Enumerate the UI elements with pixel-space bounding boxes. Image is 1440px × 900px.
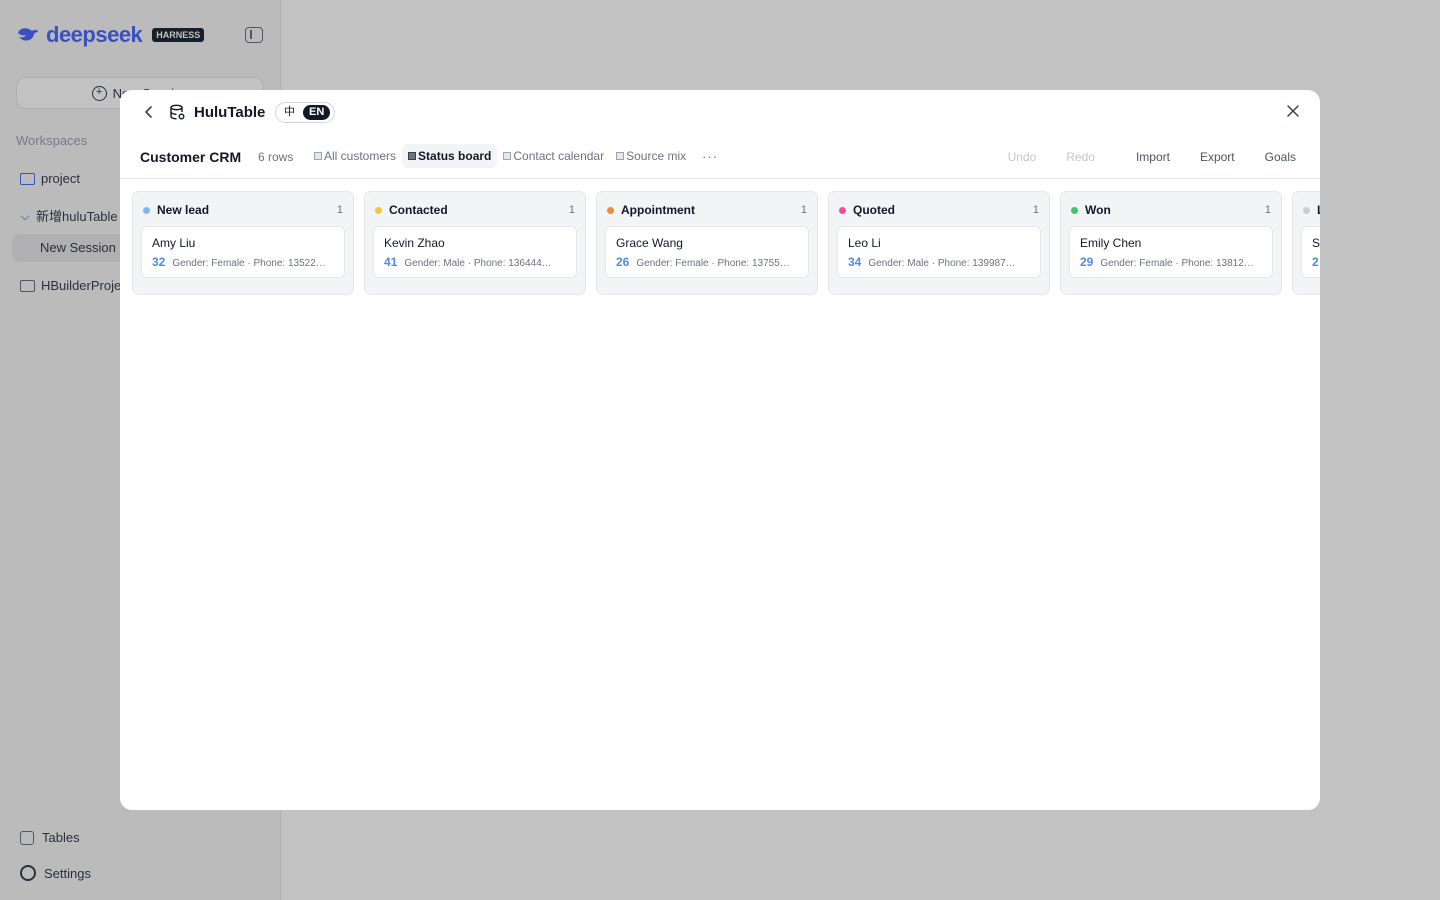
customer-name: Kevin Zhao (384, 236, 445, 250)
language-toggle[interactable]: 中 EN (275, 102, 335, 123)
column-title: Appointment (621, 203, 695, 217)
tab-label: Source mix (626, 149, 687, 163)
customer-age: 34 (848, 255, 862, 269)
customer-card[interactable]: Grace Wang 26 Gender: Female · Phone: 13… (605, 226, 809, 278)
card-meta: 29 Gender: Female · Phone: 13812… (1080, 255, 1264, 269)
customer-card[interactable]: Kevin Zhao 41 Gender: Male · Phone: 1364… (373, 226, 577, 278)
status-dot (607, 206, 614, 214)
board-column-appointment: Appointment 1 Grace Wang 26 Gender: Fema… (596, 191, 818, 295)
customer-card[interactable]: Emily Chen 29 Gender: Female · Phone: 13… (1069, 226, 1273, 278)
customer-details: Gender: Female · Phone: 13522… (172, 258, 326, 269)
kanban-view-icon (408, 152, 417, 160)
tab-all-customers[interactable]: All customers (308, 144, 402, 168)
customer-card[interactable]: S 2 (1301, 226, 1320, 278)
status-dot (375, 206, 382, 214)
board-column-contacted: Contacted 1 Kevin Zhao 41 Gender: Male ·… (364, 191, 586, 295)
customer-details: Gender: Male · Phone: 136444… (404, 258, 552, 269)
undo-button[interactable]: Undo (1008, 150, 1037, 164)
column-count: 1 (800, 204, 807, 216)
column-title: Quoted (853, 203, 895, 217)
status-dot (143, 206, 150, 214)
column-header: Appointment 1 (607, 203, 807, 217)
tab-label: All customers (324, 149, 397, 163)
status-dot (1303, 206, 1310, 214)
card-meta: 26 Gender: Female · Phone: 13755… (616, 255, 800, 269)
import-button[interactable]: Import (1136, 150, 1170, 164)
column-header: L (1303, 203, 1320, 217)
board-column-new-lead: New lead 1 Amy Liu 32 Gender: Female · P… (132, 191, 354, 295)
customer-name: Leo Li (848, 236, 881, 250)
customer-card[interactable]: Leo Li 34 Gender: Male · Phone: 139987… (837, 226, 1041, 278)
column-count: 1 (568, 204, 575, 216)
customer-details: Gender: Female · Phone: 13812… (1100, 258, 1254, 269)
column-count: 1 (1264, 204, 1271, 216)
more-views-button[interactable]: ··· (692, 144, 728, 168)
column-title: New lead (157, 203, 210, 217)
lang-option-zh[interactable]: 中 (278, 105, 301, 120)
tab-source-mix[interactable]: Source mix (610, 144, 692, 168)
goals-button[interactable]: Goals (1265, 150, 1296, 164)
card-meta: 41 Gender: Male · Phone: 136444… (384, 255, 568, 269)
customer-age: 41 (384, 255, 398, 269)
tab-status-board[interactable]: Status board (402, 144, 498, 168)
row-count: 6 rows (258, 150, 294, 164)
toolbar-actions: Undo Redo Import Export Goals (1008, 150, 1296, 164)
app-title: HuluTable (194, 104, 266, 121)
calendar-view-icon (503, 152, 512, 160)
card-meta: 34 Gender: Male · Phone: 139987… (848, 255, 1032, 269)
back-icon[interactable] (142, 104, 156, 120)
customer-name: S (1312, 236, 1320, 250)
lang-option-en[interactable]: EN (303, 105, 331, 120)
view-tabs: All customers Status board Contact calen… (308, 144, 728, 168)
tab-label: Contact calendar (513, 149, 605, 163)
column-header: Quoted 1 (839, 203, 1039, 217)
database-icon (169, 104, 186, 121)
customer-name: Amy Liu (152, 236, 196, 250)
card-meta: 2 (1312, 255, 1320, 269)
tab-contact-calendar[interactable]: Contact calendar (497, 144, 610, 168)
board-column-partial: L S 2 (1292, 191, 1320, 295)
customer-name: Emily Chen (1080, 236, 1142, 250)
card-meta: 32 Gender: Female · Phone: 13522… (152, 255, 336, 269)
customer-name: Grace Wang (616, 236, 683, 250)
customer-age: 2 (1312, 255, 1319, 269)
column-title: L (1317, 203, 1320, 217)
customer-details: Gender: Female · Phone: 13755… (636, 258, 790, 269)
column-title: Contacted (389, 203, 448, 217)
status-board: New lead 1 Amy Liu 32 Gender: Female · P… (132, 191, 1320, 295)
chart-view-icon (616, 152, 625, 160)
modal-header: HuluTable 中 EN (120, 90, 1320, 134)
export-button[interactable]: Export (1200, 150, 1235, 164)
column-header: Contacted 1 (375, 203, 575, 217)
table-title: Customer CRM (140, 149, 242, 165)
customer-details: Gender: Male · Phone: 139987… (868, 258, 1016, 269)
column-title: Won (1085, 203, 1111, 217)
customer-age: 26 (616, 255, 630, 269)
customer-age: 32 (152, 255, 166, 269)
board-column-won: Won 1 Emily Chen 29 Gender: Female · Pho… (1060, 191, 1282, 295)
hulutable-modal: HuluTable 中 EN Customer CRM 6 rows All c… (120, 90, 1320, 810)
tab-label: Status board (418, 149, 492, 163)
customer-age: 29 (1080, 255, 1094, 269)
grid-view-icon (314, 152, 322, 160)
table-toolbar: Customer CRM 6 rows All customers Status… (120, 134, 1320, 179)
column-count: 1 (336, 204, 343, 216)
status-dot (1071, 206, 1078, 214)
column-header: New lead 1 (143, 203, 343, 217)
close-icon[interactable] (1286, 104, 1300, 118)
customer-card[interactable]: Amy Liu 32 Gender: Female · Phone: 13522… (141, 226, 345, 278)
column-count: 1 (1032, 204, 1039, 216)
redo-button[interactable]: Redo (1066, 150, 1095, 164)
column-header: Won 1 (1071, 203, 1271, 217)
board-column-quoted: Quoted 1 Leo Li 34 Gender: Male · Phone:… (828, 191, 1050, 295)
status-dot (839, 206, 846, 214)
